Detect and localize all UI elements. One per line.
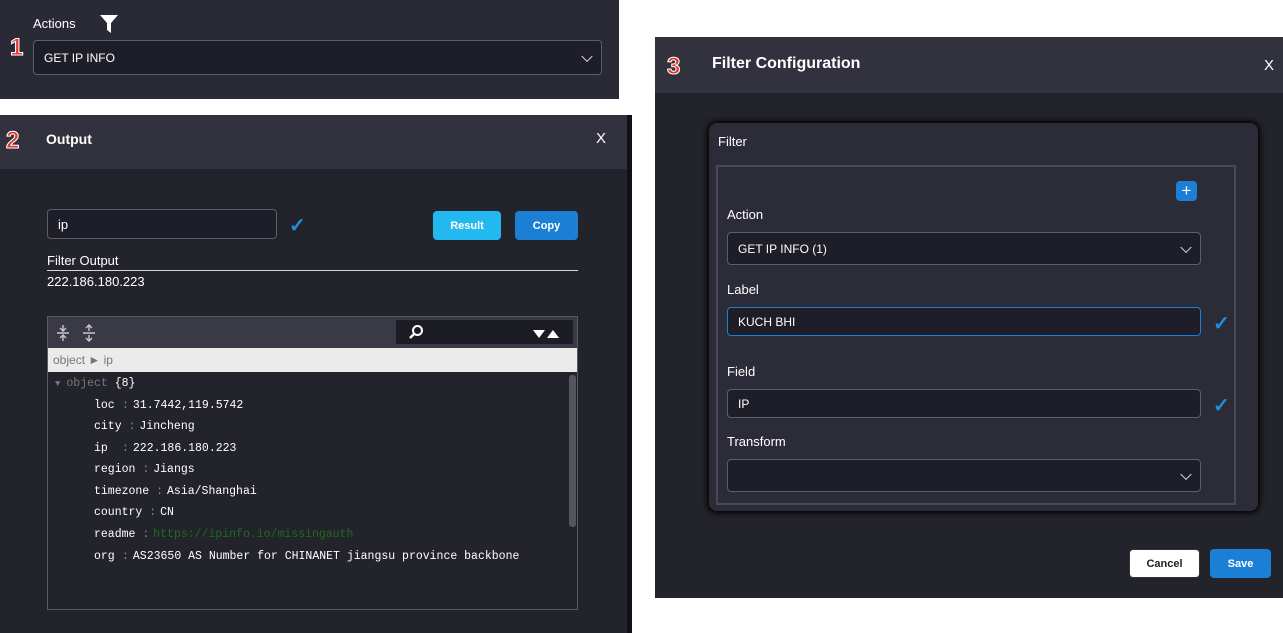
transform-field-label: Transform bbox=[727, 434, 786, 449]
json-viewer-toolbar bbox=[48, 317, 577, 348]
filter-heading: Filter bbox=[718, 134, 747, 149]
label-field-label: Label bbox=[727, 282, 759, 297]
json-scrollbar-thumb[interactable] bbox=[569, 375, 576, 527]
json-viewer: object ► ip ▼ object {8} loc:31.7442,119.… bbox=[47, 316, 578, 610]
check-icon: ✓ bbox=[289, 215, 306, 237]
json-breadcrumb-text: object ► ip bbox=[53, 353, 113, 367]
cancel-button[interactable]: Cancel bbox=[1129, 549, 1200, 578]
collapse-all-icon[interactable] bbox=[82, 324, 96, 342]
filter-icon[interactable] bbox=[99, 13, 119, 35]
json-row-ip[interactable]: ip:222.186.180.223 bbox=[94, 442, 236, 455]
result-button[interactable]: Result bbox=[433, 211, 501, 240]
expand-all-icon[interactable] bbox=[56, 324, 70, 342]
chevron-down-icon bbox=[1180, 241, 1192, 253]
json-row-city[interactable]: city : Jincheng bbox=[94, 420, 195, 433]
filter-output-divider bbox=[47, 270, 578, 271]
output-panel: 2 Output X ip ✓ Result Copy Filter Outpu… bbox=[0, 115, 632, 633]
search-next-icon[interactable] bbox=[533, 326, 545, 338]
step-number-2: 2 bbox=[5, 127, 20, 155]
search-prev-icon[interactable] bbox=[547, 326, 559, 338]
chevron-down-icon bbox=[1180, 468, 1192, 480]
action-dropdown-value: GET IP INFO (1) bbox=[738, 241, 827, 256]
step-number-1: 1 bbox=[9, 34, 24, 62]
output-title: Output bbox=[46, 131, 92, 147]
check-icon: ✓ bbox=[1213, 313, 1230, 335]
check-icon: ✓ bbox=[1213, 395, 1230, 417]
field-input-value: IP bbox=[738, 396, 750, 411]
transform-dropdown[interactable] bbox=[727, 459, 1201, 492]
panel-right-border bbox=[627, 115, 632, 633]
field-field-label: Field bbox=[727, 364, 756, 379]
search-icon bbox=[408, 324, 424, 340]
json-search-box[interactable] bbox=[396, 320, 573, 344]
filter-output-value: 222.186.180.223 bbox=[47, 274, 145, 289]
json-row-readme[interactable]: readme : https://ipinfo.io/missingauth bbox=[94, 528, 353, 541]
output-header bbox=[0, 115, 627, 169]
json-row-country[interactable]: country : CN bbox=[94, 506, 174, 519]
json-root-count: {8} bbox=[114, 377, 136, 390]
json-root-label: object bbox=[66, 377, 108, 390]
json-root[interactable]: ▼ object {8} bbox=[55, 377, 135, 390]
json-row-timezone[interactable]: timezone : Asia/Shanghai bbox=[94, 485, 257, 498]
filter-path-value: ip bbox=[58, 216, 69, 232]
json-row-loc[interactable]: loc:31.7442,119.5742 bbox=[94, 399, 243, 412]
add-filter-button[interactable]: + bbox=[1176, 181, 1197, 201]
filter-card: Filter + Action GET IP INFO (1) Label KU… bbox=[709, 123, 1258, 511]
action-dropdown[interactable]: GET IP INFO (1) bbox=[727, 232, 1201, 265]
action-select[interactable]: GET IP INFO bbox=[33, 40, 602, 75]
save-button[interactable]: Save bbox=[1210, 549, 1271, 578]
chevron-down-icon bbox=[581, 50, 593, 62]
close-icon[interactable]: X bbox=[596, 130, 606, 147]
json-row-region[interactable]: region : Jiangs bbox=[94, 463, 195, 476]
copy-button[interactable]: Copy bbox=[515, 211, 578, 240]
action-select-value: GET IP INFO bbox=[44, 50, 115, 65]
filter-path-input[interactable]: ip bbox=[47, 209, 277, 239]
json-row-org[interactable]: org: AS23650 AS Number for CHINANET jiang… bbox=[94, 550, 519, 563]
label-input-value: KUCH BHI bbox=[738, 314, 796, 329]
action-field-label: Action bbox=[727, 207, 764, 222]
close-icon[interactable]: X bbox=[1264, 57, 1274, 74]
label-input[interactable]: KUCH BHI bbox=[727, 307, 1201, 336]
filter-output-label: Filter Output bbox=[47, 253, 119, 268]
step-number-3: 3 bbox=[666, 53, 681, 81]
readme-link[interactable]: https://ipinfo.io/missingauth bbox=[153, 528, 353, 541]
actions-panel: 1 Actions GET IP INFO bbox=[0, 0, 619, 99]
field-input[interactable]: IP bbox=[727, 389, 1201, 418]
filter-config-title: Filter Configuration bbox=[712, 55, 861, 72]
actions-label: Actions bbox=[33, 16, 76, 31]
expand-triangle-icon: ▼ bbox=[55, 379, 61, 389]
filter-config-panel: 3 Filter Configuration X Filter + Action… bbox=[655, 37, 1283, 598]
json-breadcrumb: object ► ip bbox=[48, 348, 577, 372]
